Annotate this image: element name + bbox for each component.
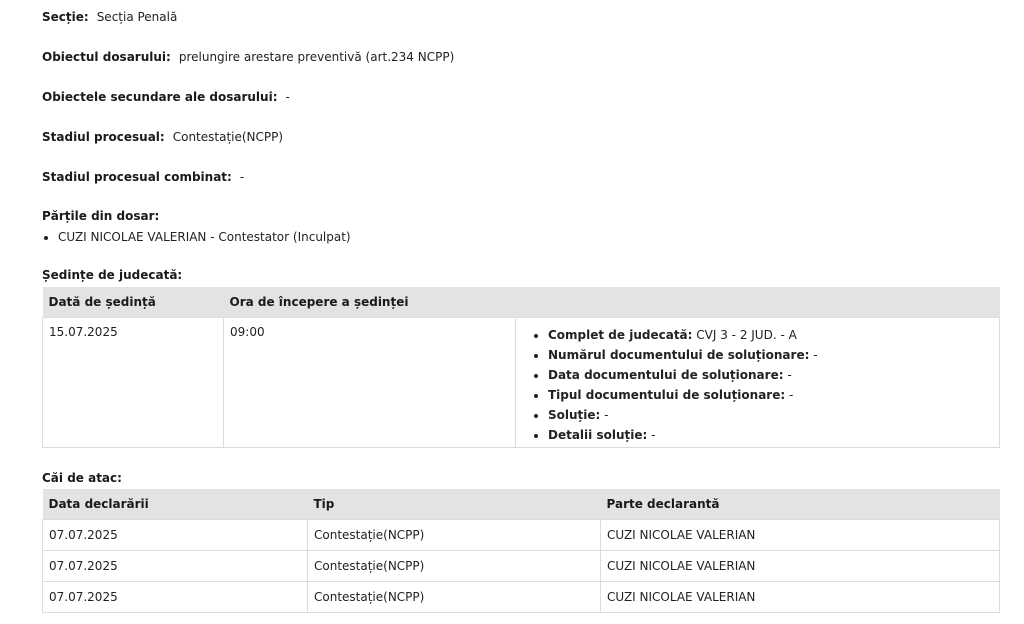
hearing-date-header: Dată de ședință bbox=[42, 287, 224, 318]
hearing-time-cell: 09:00 bbox=[223, 317, 516, 448]
object-label: Obiectul dosarului: bbox=[42, 50, 171, 64]
object-value: prelungire arestare preventivă (art.234 … bbox=[178, 50, 455, 64]
parties-heading: Părțile din dosar: bbox=[42, 209, 160, 223]
appeal-date-cell: 07.07.2025 bbox=[42, 519, 308, 551]
stage-value: Contestație(NCPP) bbox=[172, 130, 284, 144]
hearing-details-cell: Complet de judecată: CVJ 3 - 2 JUD. - A … bbox=[515, 317, 1000, 448]
stage-field: Stadiul procesual: Contestație(NCPP) bbox=[42, 130, 283, 144]
appeal-party-cell: CUZI NICOLAE VALERIAN bbox=[600, 519, 1000, 551]
detail-solution-details: Detalii soluție: - bbox=[548, 425, 993, 445]
detail-panel: Complet de judecată: CVJ 3 - 2 JUD. - A bbox=[548, 325, 993, 345]
combined-stage-label: Stadiul procesual combinat: bbox=[42, 170, 232, 184]
detail-value: - bbox=[813, 348, 818, 362]
combined-stage-field: Stadiul procesual combinat: - bbox=[42, 170, 244, 184]
appeals-heading: Căi de atac: bbox=[42, 471, 122, 485]
detail-value: - bbox=[789, 388, 794, 402]
appeal-date-cell: 07.07.2025 bbox=[42, 581, 308, 613]
detail-doc-number: Numărul documentului de soluționare: - bbox=[548, 345, 993, 365]
detail-value: - bbox=[651, 428, 656, 442]
table-row: 07.07.2025 Contestație(NCPP) CUZI NICOLA… bbox=[42, 581, 1000, 613]
secondary-objects-label: Obiectele secundare ale dosarului: bbox=[42, 90, 278, 104]
detail-doc-date: Data documentului de soluționare: - bbox=[548, 365, 993, 385]
stage-label: Stadiul procesual: bbox=[42, 130, 165, 144]
secondary-objects-field: Obiectele secundare ale dosarului: - bbox=[42, 90, 290, 104]
appeal-type-cell: Contestație(NCPP) bbox=[307, 581, 601, 613]
detail-label: Detalii soluție: bbox=[548, 428, 648, 442]
detail-value: - bbox=[604, 408, 609, 422]
appeal-type-header: Tip bbox=[307, 489, 601, 520]
detail-label: Soluție: bbox=[548, 408, 601, 422]
section-field: Secție: Secția Penală bbox=[42, 10, 177, 24]
secondary-objects-value: - bbox=[285, 90, 290, 104]
appeals-table: Data declarării Tip Parte declarantă 07.… bbox=[42, 489, 1000, 613]
appeal-party-header: Parte declarantă bbox=[600, 489, 1000, 520]
hearing-date-cell: 15.07.2025 bbox=[42, 317, 224, 448]
object-field: Obiectul dosarului: prelungire arestare p… bbox=[42, 50, 454, 64]
hearing-details-header bbox=[515, 287, 1000, 318]
combined-stage-value: - bbox=[239, 170, 245, 184]
section-label: Secție: bbox=[42, 10, 89, 24]
table-row: 15.07.2025 09:00 Complet de judecată: CV… bbox=[42, 317, 1000, 448]
appeal-party-cell: CUZI NICOLAE VALERIAN bbox=[600, 581, 1000, 613]
appeal-date-header: Data declarării bbox=[42, 489, 308, 520]
detail-label: Data documentului de soluționare: bbox=[548, 368, 784, 382]
detail-label: Numărul documentului de soluționare: bbox=[548, 348, 810, 362]
detail-doc-type: Tipul documentului de soluționare: - bbox=[548, 385, 993, 405]
appeal-party-cell: CUZI NICOLAE VALERIAN bbox=[600, 550, 1000, 582]
hearings-table: Dată de ședință Ora de începere a ședinț… bbox=[42, 287, 1000, 448]
table-row: 07.07.2025 Contestație(NCPP) CUZI NICOLA… bbox=[42, 550, 1000, 582]
appeal-type-cell: Contestație(NCPP) bbox=[307, 550, 601, 582]
detail-solution: Soluție: - bbox=[548, 405, 993, 425]
detail-value: CVJ 3 - 2 JUD. - A bbox=[696, 328, 797, 342]
party-item: CUZI NICOLAE VALERIAN - Contestator (Inc… bbox=[58, 230, 351, 244]
detail-label: Tipul documentului de soluționare: bbox=[548, 388, 786, 402]
hearing-time-header: Ora de începere a ședinței bbox=[223, 287, 516, 318]
table-row: 07.07.2025 Contestație(NCPP) CUZI NICOLA… bbox=[42, 519, 1000, 551]
appeal-date-cell: 07.07.2025 bbox=[42, 550, 308, 582]
parties-list: CUZI NICOLAE VALERIAN - Contestator (Inc… bbox=[42, 230, 351, 244]
appeal-type-cell: Contestație(NCPP) bbox=[307, 519, 601, 551]
detail-value: - bbox=[787, 368, 792, 382]
section-value: Secția Penală bbox=[96, 10, 178, 24]
detail-label: Complet de judecată: bbox=[548, 328, 693, 342]
hearing-details-list: Complet de judecată: CVJ 3 - 2 JUD. - A … bbox=[532, 325, 993, 445]
hearings-header-row: Dată de ședință Ora de începere a ședinț… bbox=[42, 287, 1000, 318]
appeals-header-row: Data declarării Tip Parte declarantă bbox=[42, 489, 1000, 520]
hearings-heading: Ședințe de judecată: bbox=[42, 268, 183, 282]
